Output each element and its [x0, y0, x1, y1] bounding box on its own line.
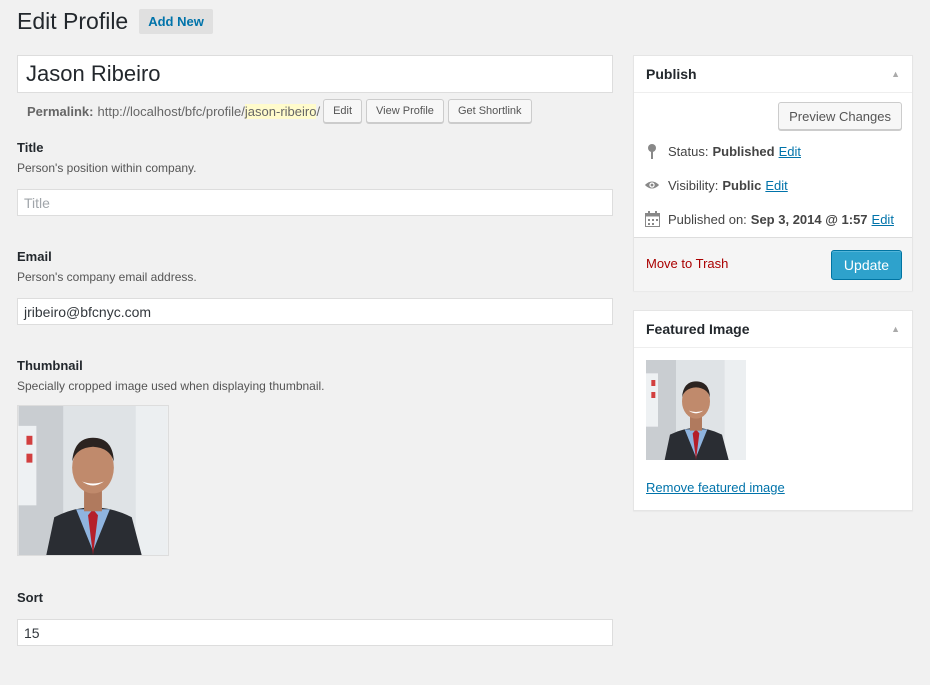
published-on-row: Published on: Sep 3, 2014 @ 1:57 Edit: [644, 211, 894, 227]
status-label: Status:: [668, 143, 709, 159]
sort-field-input[interactable]: 15: [17, 619, 613, 646]
featured-image-header[interactable]: Featured Image ▲: [634, 311, 912, 348]
permalink-row: Permalink: http://localhost/bfc/profile/…: [27, 99, 613, 123]
post-title-input[interactable]: Jason Ribeiro: [17, 55, 613, 93]
status-edit-link[interactable]: Edit: [779, 144, 801, 159]
add-new-button[interactable]: Add New: [139, 9, 213, 34]
pin-icon: [644, 143, 660, 159]
publish-box-header[interactable]: Publish ▲: [634, 56, 912, 93]
title-field-label: Title: [17, 140, 44, 155]
permalink-label: Permalink:: [27, 103, 94, 119]
page-title: Edit Profile: [17, 8, 129, 34]
edit-permalink-button[interactable]: Edit: [323, 99, 363, 123]
title-field-description: Person's position within company.: [17, 161, 197, 175]
move-to-trash-link[interactable]: Move to Trash: [646, 256, 728, 271]
get-shortlink-button[interactable]: Get Shortlink: [447, 99, 532, 123]
thumbnail-image[interactable]: [17, 405, 169, 556]
triangle-up-icon[interactable]: ▲: [891, 69, 900, 79]
title-field-input[interactable]: Title: [17, 189, 613, 216]
email-field-label: Email: [17, 249, 52, 264]
published-on-value: Sep 3, 2014 @ 1:57: [750, 211, 868, 227]
triangle-up-icon[interactable]: ▲: [891, 324, 900, 334]
visibility-edit-link[interactable]: Edit: [765, 178, 787, 193]
publish-box: Publish ▲ Preview Changes Status: Publis…: [633, 55, 913, 291]
sort-field: Sort 15: [17, 590, 613, 646]
featured-image-thumbnail[interactable]: [646, 360, 746, 460]
page-header: Edit Profile Add New: [17, 8, 213, 35]
email-field-input[interactable]: jribeiro@bfcnyc.com: [17, 298, 613, 325]
eye-icon: [644, 177, 660, 193]
thumbnail-field-label: Thumbnail: [17, 358, 83, 373]
visibility-label: Visibility:: [668, 177, 719, 193]
email-field: Email Person's company email address. jr…: [17, 249, 613, 325]
published-on-label: Published on:: [668, 211, 747, 227]
calendar-icon: [644, 211, 660, 227]
thumbnail-field-description: Specially cropped image used when displa…: [17, 379, 325, 393]
featured-image-wrapper: Featured Image ▲ Remove featured image: [633, 310, 913, 511]
permalink-slug[interactable]: jason-ribeiro: [244, 103, 317, 119]
status-row: Status: Published Edit: [644, 143, 801, 159]
visibility-value: Public: [722, 177, 762, 193]
sort-field-label: Sort: [17, 590, 43, 605]
email-field-description: Person's company email address.: [17, 270, 197, 284]
view-profile-button[interactable]: View Profile: [366, 99, 444, 123]
visibility-row: Visibility: Public Edit: [644, 177, 788, 193]
featured-image-box: Featured Image ▲ Remove featured image: [633, 310, 913, 511]
update-button[interactable]: Update: [831, 250, 902, 280]
publish-box-wrapper: Publish ▲ Preview Changes Status: Publis…: [633, 55, 913, 291]
thumbnail-field: Thumbnail Specially cropped image used w…: [17, 358, 325, 556]
publish-box-title: Publish: [646, 66, 697, 82]
remove-featured-image-link[interactable]: Remove featured image: [646, 480, 785, 495]
title-field: Title Person's position within company. …: [17, 140, 613, 216]
preview-changes-button[interactable]: Preview Changes: [778, 102, 902, 130]
featured-image-title: Featured Image: [646, 321, 750, 337]
permalink-base: http://localhost/bfc/profile/: [97, 103, 245, 119]
main-content: Jason Ribeiro Permalink: http://localhos…: [17, 55, 613, 646]
status-value: Published: [712, 143, 775, 159]
publish-actions: Move to Trash Update: [634, 237, 912, 291]
permalink-suffix: /: [316, 103, 321, 119]
published-on-edit-link[interactable]: Edit: [872, 212, 894, 227]
